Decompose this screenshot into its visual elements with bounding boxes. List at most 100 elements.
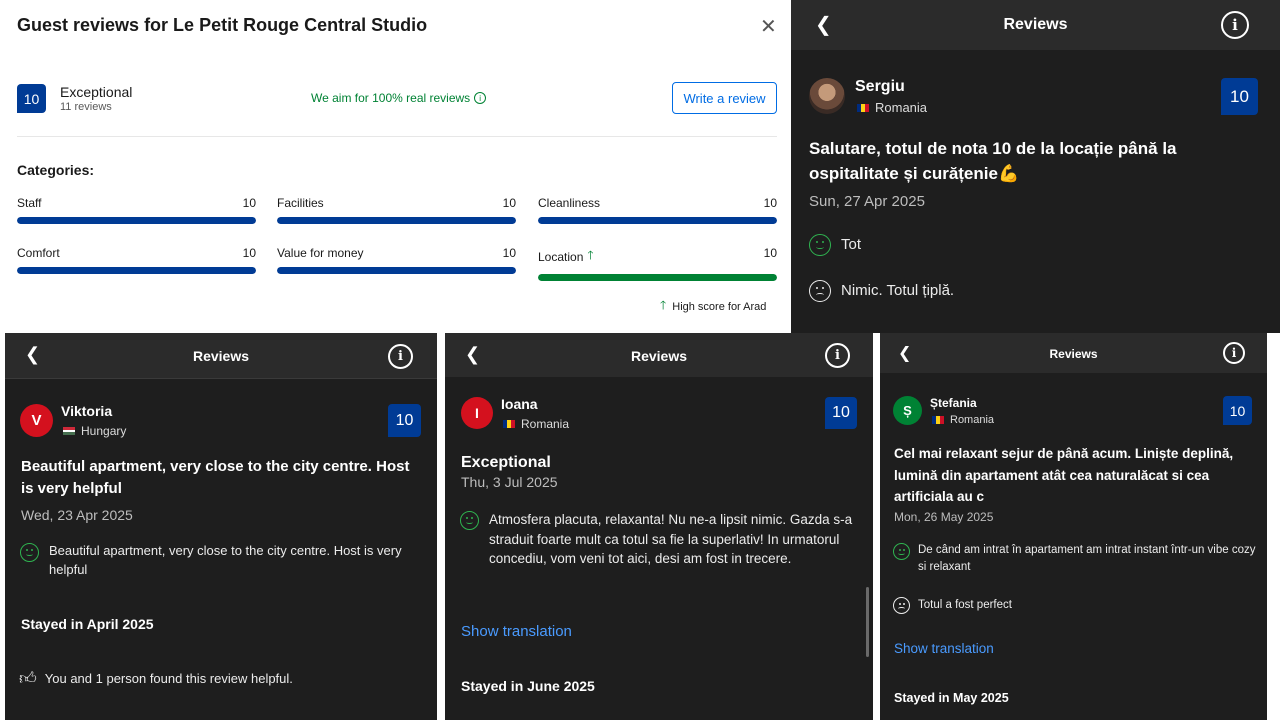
category-location: Location 🡑 10 [538, 246, 777, 281]
category-bar-fill [538, 274, 777, 281]
positive-text: Atmosfera placuta, relaxanta! Nu ne-a li… [489, 512, 853, 567]
frown-icon [809, 280, 831, 302]
show-translation-link[interactable]: Show translation [894, 641, 994, 656]
modal-title: Guest reviews for Le Petit Rouge Central… [17, 15, 428, 35]
reviewer-country: Romania [857, 100, 927, 115]
screenshot-collage: Guest reviews for Le Petit Rouge Central… [0, 0, 1280, 720]
category-bar [277, 267, 516, 274]
scrollbar[interactable] [866, 587, 869, 657]
category-score: 10 [242, 246, 256, 260]
negative-text: Totul a fost perfect [918, 599, 1012, 611]
reviewer-country: Romania [503, 417, 569, 431]
country-name: Romania [521, 417, 570, 431]
review-date: Wed, 23 Apr 2025 [21, 507, 133, 523]
positive-text: Beautiful apartment, very close to the c… [49, 543, 402, 577]
helpful-note[interactable]: 👍︎ You and 1 person found this review he… [19, 668, 293, 689]
category-score: 10 [242, 196, 256, 210]
category-bar [17, 217, 256, 224]
high-score-text: High score for Arad [672, 300, 767, 313]
frown-icon [893, 597, 910, 614]
close-icon[interactable]: ✕ [760, 14, 777, 39]
smile-icon [20, 543, 39, 562]
category-label: Comfort [17, 246, 60, 260]
smile-icon [893, 543, 910, 560]
write-review-button[interactable]: Write a review [672, 82, 777, 114]
overall-score-badge: 10 [17, 84, 46, 113]
category-bar [17, 267, 256, 274]
header-title: Reviews [1049, 347, 1098, 361]
positive-feedback: Beautiful apartment, very close to the c… [20, 542, 425, 580]
romania-flag-icon [503, 420, 515, 428]
smile-icon [809, 234, 831, 256]
helpful-text: You and 1 person found this review helpf… [44, 671, 293, 686]
info-icon[interactable]: i [388, 344, 413, 369]
positive-feedback: Atmosfera placuta, relaxanta! Nu ne-a li… [460, 510, 858, 569]
country-name: Romania [875, 100, 928, 115]
category-facilities: Facilities 10 [277, 196, 516, 224]
review-title: Exceptional [461, 454, 551, 471]
categories-title: Categories: [17, 162, 95, 178]
guest-reviews-modal: Guest reviews for Le Petit Rouge Central… [0, 0, 791, 333]
positive-text: De când am intrat în apartament am intra… [918, 544, 1256, 573]
category-score: 10 [763, 246, 777, 260]
review-panel-ioana: ❮ Reviews i I Ioana Romania 10 Exception… [445, 333, 873, 720]
info-icon[interactable]: i [474, 92, 487, 104]
review-score-badge: 10 [1223, 396, 1252, 425]
stayed-date: Stayed in May 2025 [894, 691, 1009, 705]
category-bar [277, 217, 516, 224]
positive-feedback: De când am intrat în apartament am intra… [893, 542, 1258, 575]
info-icon[interactable]: i [1221, 11, 1249, 39]
category-label: Cleanliness [538, 196, 601, 210]
review-title: Cel mai relaxant sejur de până acum. Lin… [894, 446, 1234, 505]
category-score: 10 [502, 246, 516, 260]
review-score-badge: 10 [825, 397, 857, 429]
reviewer-country: Hungary [63, 424, 126, 438]
show-translation-link[interactable]: Show translation [461, 623, 572, 640]
positive-text: Tot [841, 236, 862, 253]
category-bar-fill [277, 267, 516, 274]
category-bar-fill [277, 217, 516, 224]
negative-text: Nimic. Totul țiplă. [841, 282, 955, 299]
avatar [809, 78, 845, 114]
review-date: Mon, 26 May 2025 [894, 510, 994, 524]
review-date: Sun, 27 Apr 2025 [809, 193, 925, 210]
info-icon[interactable]: i [825, 343, 850, 368]
category-label: Value for money [277, 246, 364, 260]
negative-feedback: Nimic. Totul țiplă. [809, 280, 954, 302]
thumbs-up-icon[interactable]: 👍︎ [19, 668, 37, 689]
category-score: 10 [763, 196, 777, 210]
smile-icon [460, 511, 479, 530]
romania-flag-icon [932, 416, 944, 424]
category-label: Location [538, 249, 584, 264]
review-panel-viktoria: ❮ Reviews i V Viktoria Hungary 10 Beauti… [5, 333, 437, 720]
real-reviews-text: We aim for 100% real reviews [311, 91, 471, 105]
romania-flag-icon [857, 103, 869, 112]
category-cleanliness: Cleanliness 10 [538, 196, 777, 224]
negative-feedback: Totul a fost perfect [893, 597, 1012, 614]
arrow-up-icon: 🡑 [660, 298, 667, 312]
reviewer-name: Sergiu [855, 78, 905, 95]
category-value-for-money: Value for money 10 [277, 246, 516, 274]
high-score-note: 🡑 High score for Arad [660, 296, 766, 317]
category-bar-fill [17, 217, 256, 224]
review-panel-stefania: ❮ Reviews i Ș Ștefania Romania 10 Cel ma… [880, 333, 1267, 720]
review-score-badge: 10 [388, 404, 421, 437]
reviewer-name: Ștefania [930, 396, 977, 410]
reviews-header: ❮ Reviews i [791, 0, 1280, 50]
category-score: 10 [502, 196, 516, 210]
review-title: Salutare, totul de nota 10 de la locație… [809, 139, 1177, 183]
reviews-header: ❮ Reviews i [880, 333, 1267, 373]
stayed-date: Stayed in June 2025 [461, 678, 595, 694]
avatar: V [20, 404, 53, 437]
reviews-header: ❮ Reviews i [5, 333, 437, 379]
info-icon[interactable]: i [1223, 342, 1245, 364]
stayed-date: Stayed in April 2025 [21, 616, 154, 632]
arrow-up-icon: 🡑 [587, 248, 594, 262]
country-name: Hungary [81, 424, 127, 438]
category-bar-fill [538, 217, 777, 224]
avatar: I [461, 397, 493, 429]
category-bar-fill [17, 267, 256, 274]
header-title: Reviews [630, 348, 688, 364]
divider [17, 136, 777, 137]
real-reviews-note[interactable]: We aim for 100% real reviews i [311, 91, 487, 105]
